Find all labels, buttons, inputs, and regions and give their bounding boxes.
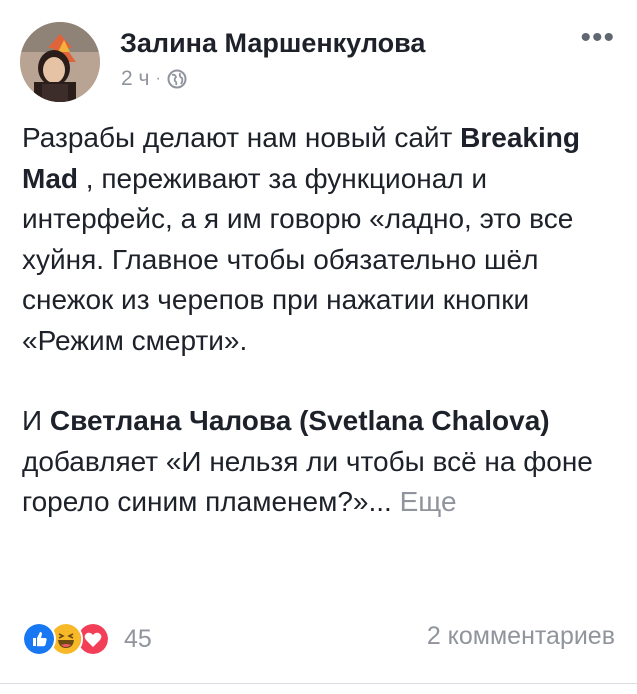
post-footer: 45 2 комментариев — [22, 622, 615, 656]
more-options-button[interactable]: ••• — [580, 23, 615, 53]
globe-icon[interactable] — [167, 69, 187, 89]
footer-divider — [0, 683, 637, 684]
author-avatar[interactable] — [20, 22, 100, 102]
user-mention-link[interactable]: Светлана Чалова (Svetlana Chalova) — [50, 405, 550, 436]
see-more-link[interactable]: Еще — [400, 486, 457, 517]
post-meta: 2 ч · — [121, 67, 187, 91]
comments-count-link[interactable]: 2 комментариев — [427, 622, 615, 651]
paragraph-text: добавляет «И нельзя ли чтобы всё на фоне… — [22, 445, 593, 518]
avatar-photo-icon — [20, 22, 100, 102]
like-icon — [22, 622, 56, 656]
post-paragraph-1: Разрабы делают нам новый сайт Breaking M… — [22, 118, 622, 361]
reactions-summary[interactable]: 45 — [22, 622, 152, 656]
post-text: Разрабы делают нам новый сайт Breaking M… — [22, 118, 622, 523]
paragraph-text: И — [22, 405, 50, 436]
reactions-count[interactable]: 45 — [124, 625, 152, 654]
post-header: Залина Маршенкулова 2 ч · ••• — [20, 22, 617, 102]
post-paragraph-2: И Светлана Чалова (Svetlana Chalova) доб… — [22, 401, 622, 523]
meta-separator: · — [155, 70, 161, 87]
post-time[interactable]: 2 ч — [121, 67, 149, 91]
paragraph-text: Разрабы делают нам новый сайт — [22, 122, 461, 153]
facebook-post: Залина Маршенкулова 2 ч · ••• Разрабы де… — [0, 0, 637, 694]
paragraph-text: , переживают за функционал и интерфейс, … — [22, 162, 574, 356]
author-name[interactable]: Залина Маршенкулова — [120, 28, 425, 59]
